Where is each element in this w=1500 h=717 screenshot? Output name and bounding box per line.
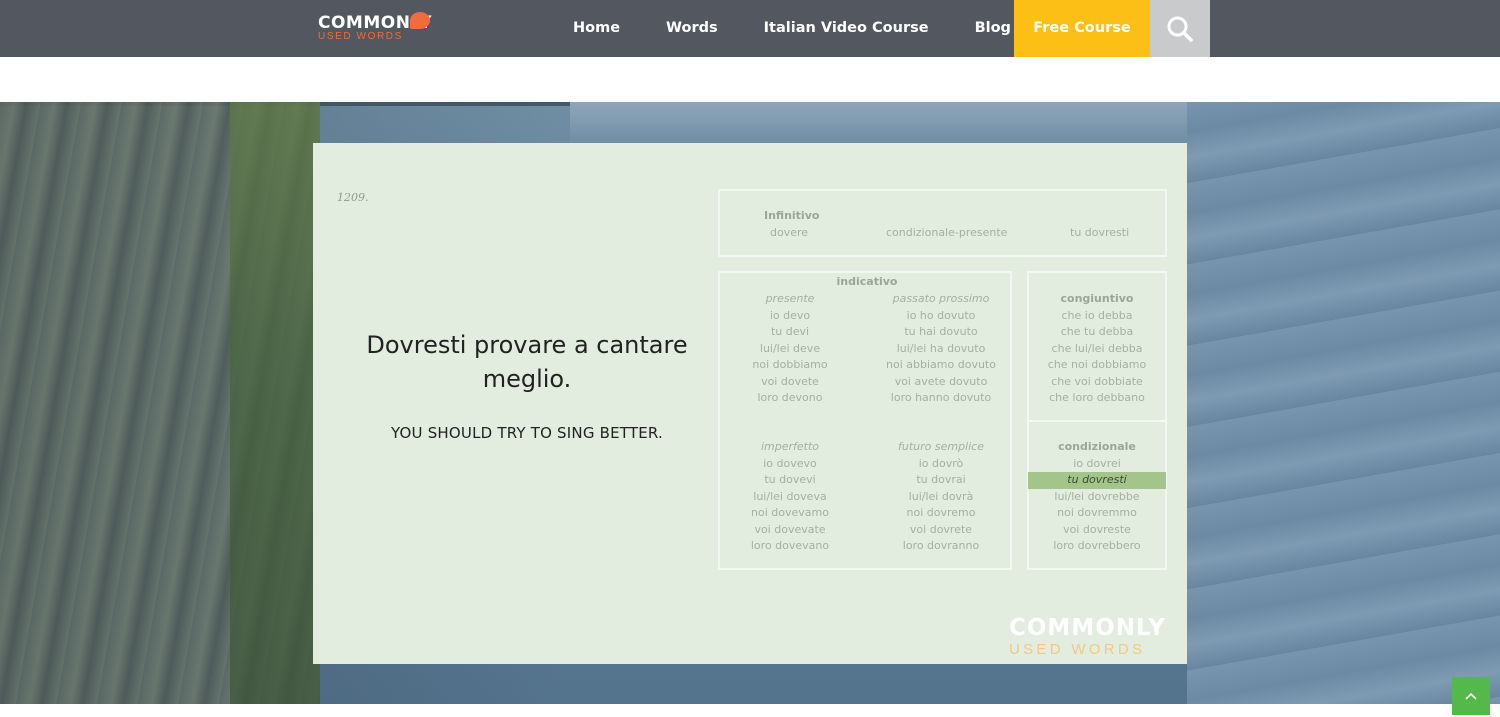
conjugation-row: loro hanno dovuto — [890, 391, 992, 404]
passato-prossimo-column: passato prossimo io ho dovuto tu hai dov… — [868, 291, 1014, 407]
sentence-italian: Dovresti provare a cantare meglio. — [366, 331, 688, 393]
conjugation-row: loro dovrebbero — [1053, 539, 1141, 552]
congiuntivo-condizionale-box: congiuntivo che io debba che tu debba ch… — [1027, 271, 1167, 570]
presente-column: presente io devo tu devi lui/lei deve no… — [720, 291, 860, 407]
conjugation-row: io devo — [769, 308, 811, 322]
conjugation-row: tu hai dovuto — [904, 325, 978, 338]
box-divider — [1029, 420, 1165, 422]
conjugation-row: voi dovete — [761, 374, 819, 388]
conjugation-row: voi avete dovuto — [894, 374, 988, 388]
conjugation-row: noi dovevamo — [751, 506, 829, 519]
conjugation-row: io dovrei — [1073, 456, 1121, 470]
passato-prossimo-heading: passato prossimo — [892, 292, 990, 305]
card-watermark-logo: COMMONLY USED WORDS — [1009, 616, 1169, 658]
card-watermark-bottom: USED WORDS — [1009, 641, 1146, 658]
bottom-strip — [0, 704, 1500, 717]
infinitive-box: Infinitivo dovere condizionale-presente … — [718, 189, 1167, 257]
conjugation-row: io ho dovuto — [906, 308, 976, 322]
conjugation-row: lui/lei dovrebbe — [1054, 489, 1140, 503]
conjugation-row: tu dovevi — [764, 473, 816, 486]
conjugation-row: lui/lei dovrà — [908, 489, 974, 503]
imperfetto-heading: imperfetto — [760, 440, 820, 453]
card-watermark-top: COMMONLY — [1009, 615, 1166, 641]
conjugation-row: loro dovranno — [902, 539, 980, 552]
conjugation-row: lui/lei doveva — [753, 489, 827, 503]
nav-links: Home Words Italian Video Course Blog — [550, 0, 1034, 57]
conjugation-row: noi dobbiamo — [752, 358, 828, 371]
hero-greenery — [230, 102, 320, 704]
conjugation-row: che lui/lei debba — [1051, 341, 1143, 355]
infinitive-mood: condizionale-presente — [886, 226, 1008, 239]
conjugation-row: voi dovreste — [1063, 522, 1131, 536]
conjugation-row: lui/lei deve — [759, 341, 821, 355]
conjugation-row: io dovrò — [918, 456, 964, 470]
nav-link-italian-video-course[interactable]: Italian Video Course — [741, 0, 952, 57]
hero-sky — [570, 102, 1210, 147]
back-to-top-button[interactable] — [1452, 677, 1490, 715]
congiuntivo-column: congiuntivo che io debba che tu debba ch… — [1029, 291, 1165, 407]
indicativo-box: indicativo presente io devo tu devi lui/… — [718, 271, 1012, 570]
conjugation-row: loro dovevano — [750, 539, 830, 552]
infinitive-label: Infinitivo — [764, 209, 820, 222]
conjugation-row: che voi dobbiate — [1051, 374, 1143, 388]
conjugation-row: lui/lei ha dovuto — [896, 341, 986, 355]
conjugation-row: che io debba — [1061, 308, 1133, 322]
congiuntivo-heading: congiuntivo — [1060, 292, 1134, 305]
search-icon — [1167, 16, 1193, 42]
conjugation-row: voi dovrete — [909, 522, 973, 536]
futuro-semplice-heading: futuro semplice — [897, 440, 984, 453]
search-button[interactable] — [1150, 0, 1210, 57]
conjugation-row: tu devi — [770, 325, 810, 338]
imperfetto-column: imperfetto io dovevo tu dovevi lui/lei d… — [720, 439, 860, 555]
infinitive-form: tu dovresti — [1070, 226, 1130, 239]
conjugation-row: che loro debbano — [1049, 391, 1145, 404]
nav-link-home[interactable]: Home — [550, 0, 643, 57]
conjugation-row: voi dovevate — [754, 522, 826, 536]
presente-heading: presente — [765, 292, 815, 305]
top-navbar: COMMONLY USED WORDS Home Words Italian V… — [0, 0, 1500, 57]
infinitive-value: dovere — [770, 226, 809, 239]
chevron-up-icon — [1465, 692, 1477, 700]
nav-link-words[interactable]: Words — [643, 0, 741, 57]
conjugation-row: noi dovremmo — [1057, 506, 1137, 519]
logo-bubble-icon — [410, 12, 430, 29]
conjugation-row: che noi dobbiamo — [1047, 358, 1147, 371]
conjugation-row: loro devono — [757, 391, 823, 404]
conjugation-row: noi abbiamo dovuto — [886, 358, 996, 371]
conjugation-row: io dovevo — [763, 456, 817, 470]
sentence-english: YOU SHOULD TRY TO SING BETTER. — [391, 424, 663, 442]
free-course-button[interactable]: Free Course — [1014, 0, 1150, 57]
site-logo[interactable]: COMMONLY USED WORDS — [318, 12, 433, 44]
conjugation-row-highlighted: tu dovresti — [1028, 472, 1166, 489]
word-number: 1209. — [337, 191, 369, 204]
word-card: 1209. Dovresti provare a cantare meglio.… — [313, 143, 1187, 664]
conjugation-row: noi dovremo — [906, 506, 976, 519]
futuro-semplice-column: futuro semplice io dovrò tu dovrai lui/l… — [868, 439, 1014, 555]
hero-right-wall — [1187, 102, 1500, 704]
condizionale-column: condizionale io dovrei tu dovresti lui/l… — [1028, 439, 1166, 555]
indicativo-title: indicativo — [836, 275, 898, 288]
conjugation-row: che tu debba — [1060, 325, 1134, 338]
condizionale-heading: condizionale — [1058, 440, 1136, 453]
logo-text-bottom: USED WORDS — [318, 31, 403, 42]
conjugation-row: tu dovrai — [916, 473, 966, 486]
